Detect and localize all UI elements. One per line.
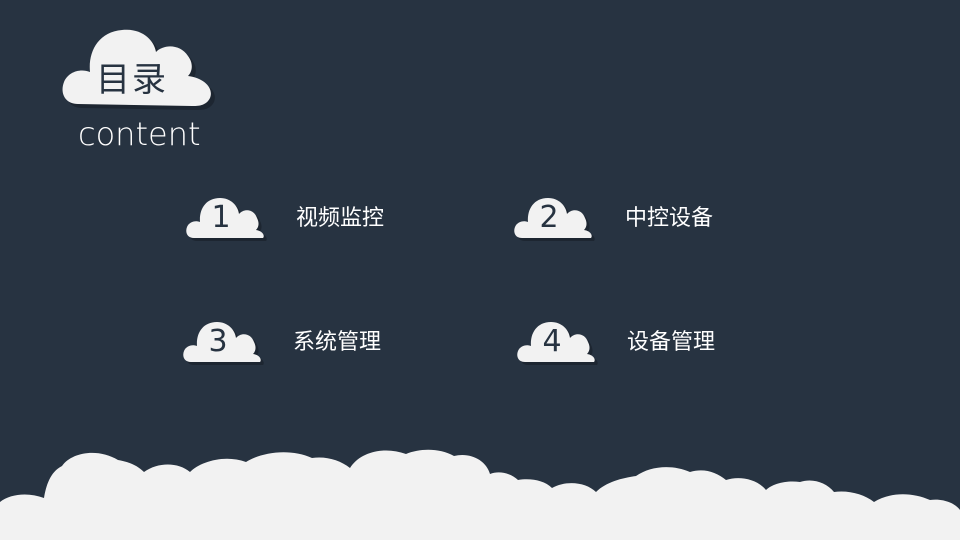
menu-item-1[interactable]: 1 视频监控 <box>184 194 424 250</box>
cloud-bank-decoration <box>0 449 960 540</box>
menu-item-number: 2 <box>539 200 559 235</box>
menu-item-4[interactable]: 4 设备管理 <box>515 318 755 374</box>
menu-item-number: 4 <box>542 324 562 359</box>
menu-item-3[interactable]: 3 系统管理 <box>181 318 421 374</box>
menu-item-number: 3 <box>208 324 228 359</box>
page-subtitle: content <box>78 115 201 153</box>
menu-item-label: 中控设备 <box>625 206 714 231</box>
menu-item-number: 1 <box>211 200 231 235</box>
page-title: 目录 <box>96 60 168 100</box>
menu-item-2[interactable]: 2 中控设备 <box>512 194 752 250</box>
menu-item-label: 视频监控 <box>296 206 385 231</box>
menu-item-label: 设备管理 <box>627 330 716 355</box>
menu-item-label: 系统管理 <box>293 330 382 355</box>
